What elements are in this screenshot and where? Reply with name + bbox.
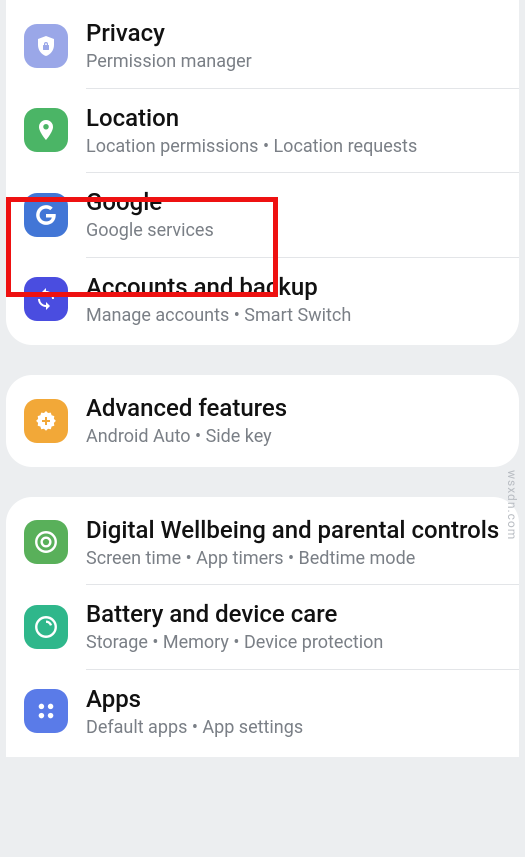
settings-item-text: Location Location permissions • Location… <box>86 103 501 159</box>
settings-item-subtitle: Google services <box>86 220 501 243</box>
settings-item-text: Battery and device care Storage • Memory… <box>86 599 501 655</box>
settings-item-title: Digital Wellbeing and parental controls <box>86 515 501 545</box>
settings-item-title: Location <box>86 103 501 133</box>
settings-item-subtitle: Storage • Memory • Device protection <box>86 632 501 655</box>
settings-group-1: Privacy Permission manager Location Loca… <box>6 0 519 345</box>
settings-item-location[interactable]: Location Location permissions • Location… <box>6 89 519 173</box>
settings-item-title: Privacy <box>86 18 501 48</box>
settings-item-text: Privacy Permission manager <box>86 18 501 74</box>
settings-item-advanced[interactable]: Advanced features Android Auto • Side ke… <box>6 379 519 463</box>
shield-lock-icon <box>24 24 68 68</box>
settings-item-subtitle: Default apps • App settings <box>86 717 501 740</box>
settings-group-2: Advanced features Android Auto • Side ke… <box>6 375 519 467</box>
apps-grid-icon <box>24 689 68 733</box>
settings-item-subtitle: Screen time • App timers • Bedtime mode <box>86 548 501 571</box>
device-care-icon <box>24 605 68 649</box>
settings-item-privacy[interactable]: Privacy Permission manager <box>6 4 519 88</box>
settings-item-title: Advanced features <box>86 393 501 423</box>
location-pin-icon <box>24 108 68 152</box>
google-g-icon <box>24 193 68 237</box>
sync-arrows-icon <box>24 277 68 321</box>
settings-item-subtitle: Location permissions • Location requests <box>86 136 501 159</box>
settings-group-3: Digital Wellbeing and parental controls … <box>6 497 519 758</box>
settings-item-text: Digital Wellbeing and parental controls … <box>86 515 501 571</box>
settings-item-subtitle: Manage accounts • Smart Switch <box>86 305 501 328</box>
settings-item-battery[interactable]: Battery and device care Storage • Memory… <box>6 585 519 669</box>
settings-item-wellbeing[interactable]: Digital Wellbeing and parental controls … <box>6 501 519 585</box>
settings-item-title: Accounts and backup <box>86 272 501 302</box>
settings-item-accounts[interactable]: Accounts and backup Manage accounts • Sm… <box>6 258 519 342</box>
settings-item-text: Google Google services <box>86 187 501 243</box>
settings-item-subtitle: Android Auto • Side key <box>86 426 501 449</box>
plus-badge-icon <box>24 399 68 443</box>
settings-item-title: Battery and device care <box>86 599 501 629</box>
settings-item-title: Apps <box>86 684 501 714</box>
settings-item-google[interactable]: Google Google services <box>6 173 519 257</box>
settings-item-apps[interactable]: Apps Default apps • App settings <box>6 670 519 754</box>
settings-item-title: Google <box>86 187 501 217</box>
settings-item-text: Advanced features Android Auto • Side ke… <box>86 393 501 449</box>
settings-screen: Privacy Permission manager Location Loca… <box>0 0 525 857</box>
wellbeing-circle-icon <box>24 520 68 564</box>
settings-item-subtitle: Permission manager <box>86 51 501 74</box>
watermark: wsxdn.com <box>505 470 519 540</box>
settings-item-text: Accounts and backup Manage accounts • Sm… <box>86 272 501 328</box>
settings-item-text: Apps Default apps • App settings <box>86 684 501 740</box>
